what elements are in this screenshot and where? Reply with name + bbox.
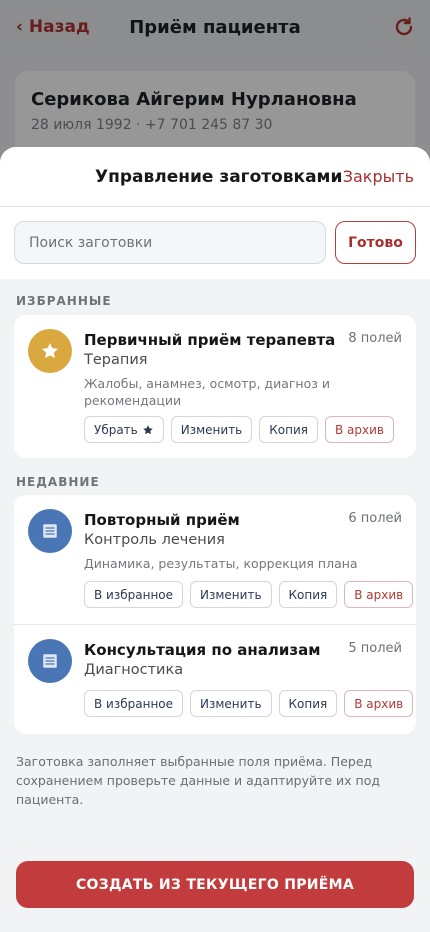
done-button[interactable]: Готово [335,221,416,264]
unfavorite-label: Убрать [94,422,138,437]
recent-section-label: НЕДАВНИЕ [16,475,100,489]
template-description: Жалобы, анамнез, осмотр, диагноз и реком… [84,376,330,408]
template-category: Диагностика [84,662,184,678]
search-area: Готово [0,207,430,279]
sheet-header: Управление заготовками Закрыть [0,147,430,207]
archive-button[interactable]: В архив [344,581,414,608]
templates-sheet: Управление заготовками Закрыть Готово ИЗ… [0,147,430,932]
template-actions: В избранное Изменить Копия В архив [84,581,414,608]
edit-button[interactable]: Изменить [190,690,272,717]
star-icon [143,424,153,434]
favorite-button[interactable]: В избранное [84,581,184,608]
template-item[interactable]: Первичный приём терапевта 8 полей Терапи… [14,315,416,458]
template-item[interactable]: Повторный приём 6 полей Контроль лечения… [14,495,416,624]
unfavorite-button[interactable]: Убрать [84,416,164,443]
edit-button[interactable]: Изменить [170,416,253,443]
field-count: 5 полей [348,641,402,656]
template-title: Консультация по анализам [84,641,321,659]
create-from-current-button[interactable]: СОЗДАТЬ ИЗ ТЕКУЩЕГО ПРИЁМА [16,861,414,908]
recent-card: Повторный приём 6 полей Контроль лечения… [14,495,416,734]
document-icon [28,639,72,683]
archive-button[interactable]: В архив [344,690,414,717]
favorites-section-label: ИЗБРАННЫЕ [16,294,112,308]
field-count: 6 полей [348,511,402,526]
template-category: Контроль лечения [84,532,225,548]
template-item[interactable]: Консультация по анализам 5 полей Диагнос… [14,625,416,734]
close-button[interactable]: Закрыть [343,167,414,186]
sheet-title: Управление заготовками [95,167,343,187]
template-category: Терапия [84,352,148,368]
search-input[interactable] [14,221,326,264]
favorites-card: Первичный приём терапевта 8 полей Терапи… [14,315,416,458]
archive-button[interactable]: В архив [324,416,394,443]
template-title: Первичный приём терапевта [84,331,336,349]
edit-button[interactable]: Изменить [190,581,272,608]
field-count: 8 полей [348,331,402,346]
template-actions: Убрать Изменить Копия В архив [84,416,394,443]
document-icon [28,509,72,553]
info-note: Заготовка заполняет выбранные поля приём… [16,754,381,807]
favorite-button[interactable]: В избранное [84,690,184,717]
copy-button[interactable]: Копия [259,416,318,443]
copy-button[interactable]: Копия [278,690,338,717]
template-actions: В избранное Изменить Копия В архив [84,690,414,717]
star-icon [28,329,72,373]
template-title: Повторный приём [84,511,240,529]
template-description: Динамика, результаты, коррекция плана [84,556,358,571]
copy-button[interactable]: Копия [278,581,338,608]
